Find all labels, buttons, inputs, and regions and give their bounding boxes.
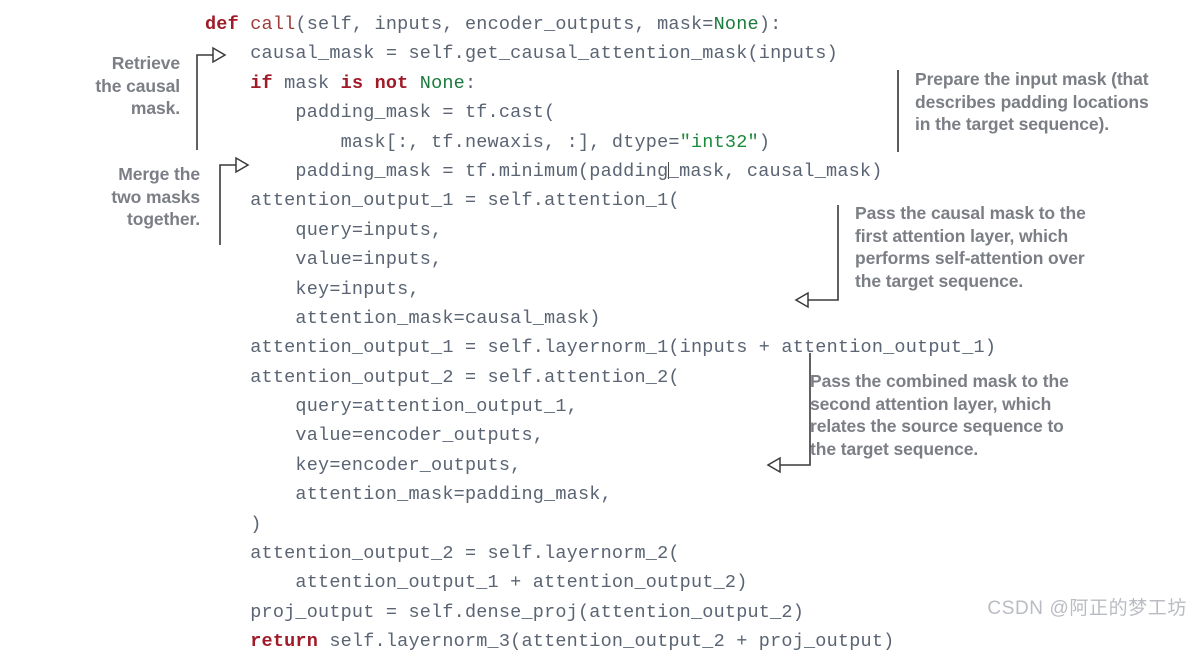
annotation-line: describes padding locations bbox=[915, 91, 1149, 112]
code-token-const: None bbox=[713, 14, 759, 35]
code-token-plain: : bbox=[465, 72, 477, 94]
code-token-plain: attention_output_1 + attention_output_2) bbox=[295, 572, 748, 594]
code-line: proj_output = self.dense_proj(attention_… bbox=[205, 598, 996, 627]
code-token-plain: query=attention_output_1, bbox=[295, 396, 578, 418]
code-token-plain: key=encoder_outputs, bbox=[295, 454, 522, 476]
annotation-prepare-input-mask: Prepare the input mask (that describes p… bbox=[915, 68, 1193, 136]
connector-prepare-input-mask bbox=[897, 70, 899, 152]
annotation-line: first attention layer, which bbox=[855, 225, 1069, 246]
code-token-kw: if bbox=[250, 72, 273, 94]
annotation-line: Prepare the input mask (that bbox=[915, 69, 1149, 89]
code-token-plain: attention_mask=padding_mask, bbox=[295, 484, 612, 506]
code-token-plain: (self, inputs, encoder_outputs, mask= bbox=[295, 14, 714, 35]
annotation-line: two masks bbox=[111, 186, 200, 207]
annotation-line: together. bbox=[127, 209, 200, 229]
code-line: def call(self, inputs, encoder_outputs, … bbox=[205, 10, 996, 39]
code-token-plain: attention_output_1 = self.attention_1( bbox=[250, 190, 680, 212]
code-block: def call(self, inputs, encoder_outputs, … bbox=[205, 10, 996, 657]
code-line: padding_mask = tf.minimum(padding_mask, … bbox=[205, 157, 996, 186]
connector-pass-causal-mask bbox=[794, 205, 839, 309]
csdn-watermark: CSDN @阿正的梦工坊 bbox=[987, 598, 1187, 619]
code-line: attention_output_1 + attention_output_2) bbox=[205, 568, 996, 597]
code-token-kw: is bbox=[340, 72, 364, 94]
code-token-plain: ): bbox=[758, 14, 782, 35]
code-line: if mask is not None: bbox=[205, 69, 996, 98]
annotation-line: relates the source sequence to bbox=[810, 416, 1064, 436]
connector-pass-combined-mask bbox=[766, 353, 811, 474]
code-token-plain: mask[:, tf.newaxis, :], dtype= bbox=[340, 131, 680, 153]
code-token-const: None bbox=[419, 72, 465, 94]
code-token-plain: attention_output_2 = self.layernorm_2( bbox=[250, 543, 680, 565]
code-token-plain: padding_mask = tf.minimum(padding bbox=[295, 160, 669, 182]
code-token-fn: call bbox=[250, 14, 296, 35]
code-token-kw: return bbox=[250, 631, 319, 653]
annotation-line: Retrieve bbox=[111, 53, 180, 73]
code-token-plain: attention_output_2 = self.attention_2( bbox=[250, 366, 680, 388]
code-token-kw: not bbox=[374, 72, 409, 94]
code-line: return self.layernorm_3(attention_output… bbox=[205, 627, 996, 656]
connector-retrieve-causal-mask bbox=[196, 46, 227, 150]
annotation-merge-two-masks: Merge the two masks together. bbox=[0, 163, 200, 231]
code-token-plain: causal_mask = self.get_causal_attention_… bbox=[250, 43, 838, 65]
code-token-plain: proj_output = self.dense_proj(attention_… bbox=[250, 601, 805, 623]
code-token-plain: attention_output_1 = self.layernorm_1(in… bbox=[250, 337, 997, 359]
annotation-line: mask. bbox=[130, 98, 180, 118]
code-token-plain: value=inputs, bbox=[295, 249, 443, 271]
code-line: attention_mask=padding_mask, bbox=[205, 480, 996, 509]
code-line: mask[:, tf.newaxis, :], dtype="int32") bbox=[205, 128, 996, 157]
code-line: attention_output_2 = self.layernorm_2( bbox=[205, 539, 996, 568]
code-token-plain: query=inputs, bbox=[295, 219, 443, 241]
code-token-plain: self.layernorm_3(attention_output_2 + pr… bbox=[318, 631, 895, 653]
code-token-plain: value=encoder_outputs, bbox=[295, 425, 545, 447]
code-line: causal_mask = self.get_causal_attention_… bbox=[205, 39, 996, 68]
annotation-line: the target sequence. bbox=[810, 438, 979, 459]
annotation-line: Pass the combined mask to the bbox=[810, 371, 1069, 391]
code-token-str: "int32" bbox=[679, 131, 759, 153]
code-line: padding_mask = tf.cast( bbox=[205, 98, 996, 127]
code-token-plain: ) bbox=[758, 131, 771, 153]
annotation-pass-combined-mask: Pass the combined mask to the second att… bbox=[810, 370, 1130, 460]
annotation-line: Pass the causal mask to the bbox=[855, 203, 1086, 223]
code-token-plain: ) bbox=[250, 513, 262, 535]
annotation-pass-causal-mask: Pass the causal mask to the first attent… bbox=[855, 202, 1155, 292]
annotation-line: the target sequence. bbox=[855, 270, 1024, 291]
annotation-line: Merge the bbox=[118, 164, 200, 184]
annotation-line: in the target sequence). bbox=[915, 114, 1110, 134]
code-token-plain: padding_mask = tf.cast( bbox=[295, 102, 556, 124]
annotation-line: second attention layer, which bbox=[810, 393, 1052, 414]
code-line: attention_output_1 = self.layernorm_1(in… bbox=[205, 333, 996, 362]
connector-merge-two-masks bbox=[219, 156, 250, 245]
code-line: ) bbox=[205, 510, 996, 539]
code-token-plain: attention_mask=causal_mask) bbox=[295, 307, 601, 329]
code-token-kw: def bbox=[205, 14, 239, 35]
code-token-plain: key=inputs, bbox=[295, 278, 420, 300]
code-token-plain: _mask, causal_mask) bbox=[667, 160, 883, 182]
annotation-line: performs self-attention over bbox=[855, 248, 1085, 268]
code-line: attention_mask=causal_mask) bbox=[205, 304, 996, 333]
annotation-line: the causal bbox=[95, 75, 180, 96]
annotation-retrieve-causal-mask: Retrieve the causal mask. bbox=[0, 52, 180, 120]
code-token-plain: mask bbox=[272, 72, 341, 94]
